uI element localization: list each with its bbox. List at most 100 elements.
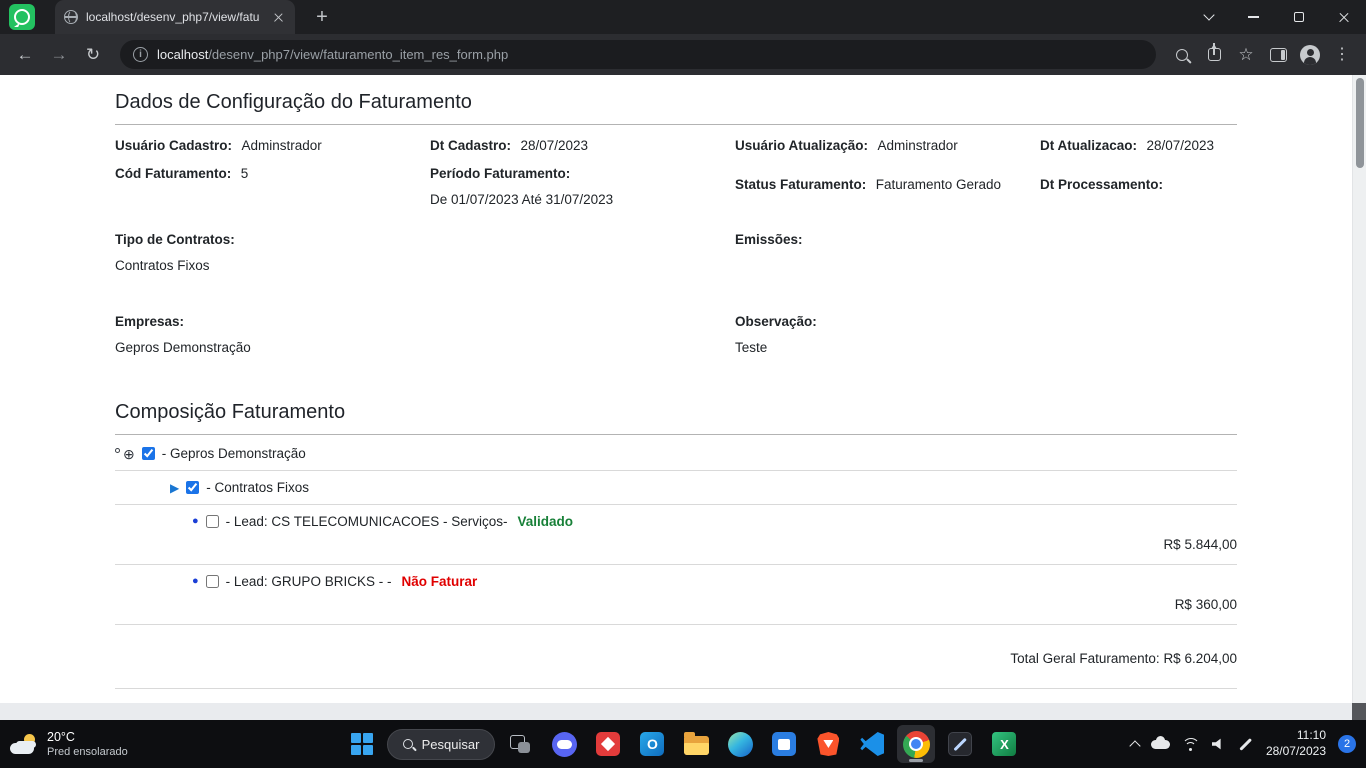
lead-bricks-checkbox[interactable] [206, 575, 219, 588]
circle-plus-icon[interactable]: ⊕ [123, 447, 135, 461]
field-label: Dt Atualizacao: [1040, 138, 1137, 153]
field-label: Tipo de Contratos: [115, 232, 235, 247]
windows-logo-icon [351, 733, 373, 755]
volume-icon[interactable] [1212, 738, 1226, 750]
field-usuario-cadastro: Usuário Cadastro: Adminstrador [115, 137, 430, 155]
field-label: Dt Cadastro: [430, 138, 511, 153]
site-info-icon[interactable]: i [133, 47, 148, 62]
whatsapp-icon[interactable] [9, 4, 35, 30]
browser-titlebar: localhost/desenv_php7/view/fatu + [0, 0, 1366, 34]
window-close-button[interactable] [1321, 0, 1366, 34]
scrollbar-thumb[interactable] [1356, 78, 1364, 168]
field-label: Usuário Atualização: [735, 138, 868, 153]
contract-type-checkbox[interactable] [186, 481, 199, 494]
tree-node-lead-cs: ● - Lead: CS TELECOMUNICACOES - Serviços… [115, 505, 1237, 565]
expand-triangle-icon[interactable]: ▶ [170, 482, 179, 494]
config-row-2: Cód Faturamento: 5 Período Faturamento: … [115, 165, 1237, 207]
vscode-icon[interactable] [853, 725, 891, 763]
browser-tab[interactable]: localhost/desenv_php7/view/fatu [55, 0, 295, 34]
tree-node-label: - Lead: GRUPO BRICKS - - [226, 574, 392, 589]
taskbar-center: Pesquisar [343, 725, 1024, 763]
composition-section-title: Composição Faturamento [115, 391, 1237, 435]
url-host: localhost [157, 47, 208, 62]
field-emissoes: Emissões: [735, 231, 1040, 249]
taskbar-search[interactable]: Pesquisar [387, 729, 496, 760]
clock-date: 28/07/2023 [1266, 744, 1326, 760]
forward-button[interactable]: → [44, 40, 74, 70]
tab-search-chevron-icon[interactable] [1186, 0, 1231, 34]
field-label: Dt Processamento: [1040, 177, 1163, 192]
lead-bricks-amount: R$ 360,00 [115, 591, 1237, 624]
field-status-faturamento: Status Faturamento: Faturamento Gerado [735, 165, 1040, 194]
tree-node-contract-type: ▶ - Contratos Fixos [115, 471, 1237, 505]
field-dt-cadastro: Dt Cadastro: 28/07/2023 [430, 137, 735, 155]
field-label: Período Faturamento: [430, 166, 570, 181]
total-value: R$ 6.204,00 [1163, 651, 1237, 666]
outlook-icon[interactable] [633, 725, 671, 763]
field-dt-atualizacao: Dt Atualizacao: 28/07/2023 [1040, 137, 1237, 155]
tree-node-label: - Contratos Fixos [206, 480, 309, 495]
wifi-icon[interactable] [1182, 738, 1200, 751]
field-cod-faturamento: Cód Faturamento: 5 [115, 165, 430, 183]
field-value: 28/07/2023 [520, 138, 588, 153]
field-value: De 01/07/2023 Até 31/07/2023 [430, 192, 735, 207]
share-icon[interactable] [1200, 41, 1228, 69]
field-label: Observação: [735, 314, 817, 329]
store-icon[interactable] [765, 725, 803, 763]
tab-close-icon[interactable] [271, 10, 286, 25]
taskbar-clock[interactable]: 11:10 28/07/2023 [1266, 728, 1326, 759]
side-panel-icon[interactable] [1264, 41, 1292, 69]
snipping-tool-icon[interactable] [941, 725, 979, 763]
profile-avatar[interactable] [1296, 41, 1324, 69]
weather-sun-cloud-icon [10, 734, 38, 754]
company-checkbox[interactable] [142, 447, 155, 460]
status-nao-faturar: Não Faturar [401, 574, 477, 589]
config-row-3: Tipo de Contratos: Contratos Fixos Emiss… [115, 231, 1237, 273]
lead-cs-amount: R$ 5.844,00 [115, 531, 1237, 564]
field-periodo-faturamento: Período Faturamento: De 01/07/2023 Até 3… [430, 165, 735, 207]
page-bottom-strip [0, 703, 1366, 720]
lead-cs-checkbox[interactable] [206, 515, 219, 528]
discord-icon[interactable] [545, 725, 583, 763]
excel-icon[interactable] [985, 725, 1023, 763]
chrome-icon[interactable] [897, 725, 935, 763]
start-button[interactable] [343, 725, 381, 763]
brave-icon[interactable] [809, 725, 847, 763]
field-value: 5 [241, 166, 249, 181]
search-icon [403, 739, 413, 749]
reload-button[interactable]: ↻ [78, 40, 108, 70]
address-bar[interactable]: i localhost/desenv_php7/view/faturamento… [120, 40, 1156, 69]
config-row-4: Empresas: Gepros Demonstração Observação… [115, 313, 1237, 355]
collapse-circle-icon[interactable] [115, 448, 120, 453]
weather-widget[interactable]: 20°C Pred ensolarado [10, 729, 128, 760]
new-tab-button[interactable]: + [309, 4, 335, 30]
onedrive-cloud-icon[interactable] [1151, 740, 1170, 749]
file-explorer-icon[interactable] [677, 725, 715, 763]
scrollbar-corner [1352, 703, 1366, 720]
window-maximize-button[interactable] [1276, 0, 1321, 34]
tree-node-line: ● - Lead: GRUPO BRICKS - - Não Faturar [115, 565, 1237, 591]
total-row: Total Geral Faturamento: R$ 6.204,00 [115, 625, 1237, 680]
tab-title: localhost/desenv_php7/view/fatu [86, 10, 263, 24]
field-usuario-atualizacao: Usuário Atualização: Adminstrador [735, 137, 1040, 155]
edge-icon[interactable] [721, 725, 759, 763]
notification-count-badge[interactable]: 2 [1338, 735, 1356, 753]
field-empresas: Empresas: Gepros Demonstração [115, 313, 430, 355]
tray-chevron-up-icon[interactable] [1129, 740, 1140, 751]
bullet-icon: ● [192, 576, 199, 587]
bookmark-star-icon[interactable]: ☆ [1232, 41, 1260, 69]
zoom-icon[interactable] [1168, 41, 1196, 69]
page-content: Dados de Configuração do Faturamento Usu… [0, 75, 1366, 720]
red-app-icon[interactable] [589, 725, 627, 763]
pen-icon[interactable] [1238, 736, 1254, 752]
form-actions: Salvar Processar [115, 689, 1237, 703]
window-minimize-button[interactable] [1231, 0, 1276, 34]
back-button[interactable]: ← [10, 40, 40, 70]
field-label: Status Faturamento: [735, 177, 866, 192]
screen: localhost/desenv_php7/view/fatu + ← → ↻ … [0, 0, 1366, 768]
vertical-scrollbar[interactable] [1352, 75, 1366, 720]
field-value: Contratos Fixos [115, 258, 430, 273]
task-view-icon[interactable] [501, 725, 539, 763]
field-tipo-contratos: Tipo de Contratos: Contratos Fixos [115, 231, 430, 273]
menu-kebab-icon[interactable]: ⋮ [1328, 41, 1356, 69]
